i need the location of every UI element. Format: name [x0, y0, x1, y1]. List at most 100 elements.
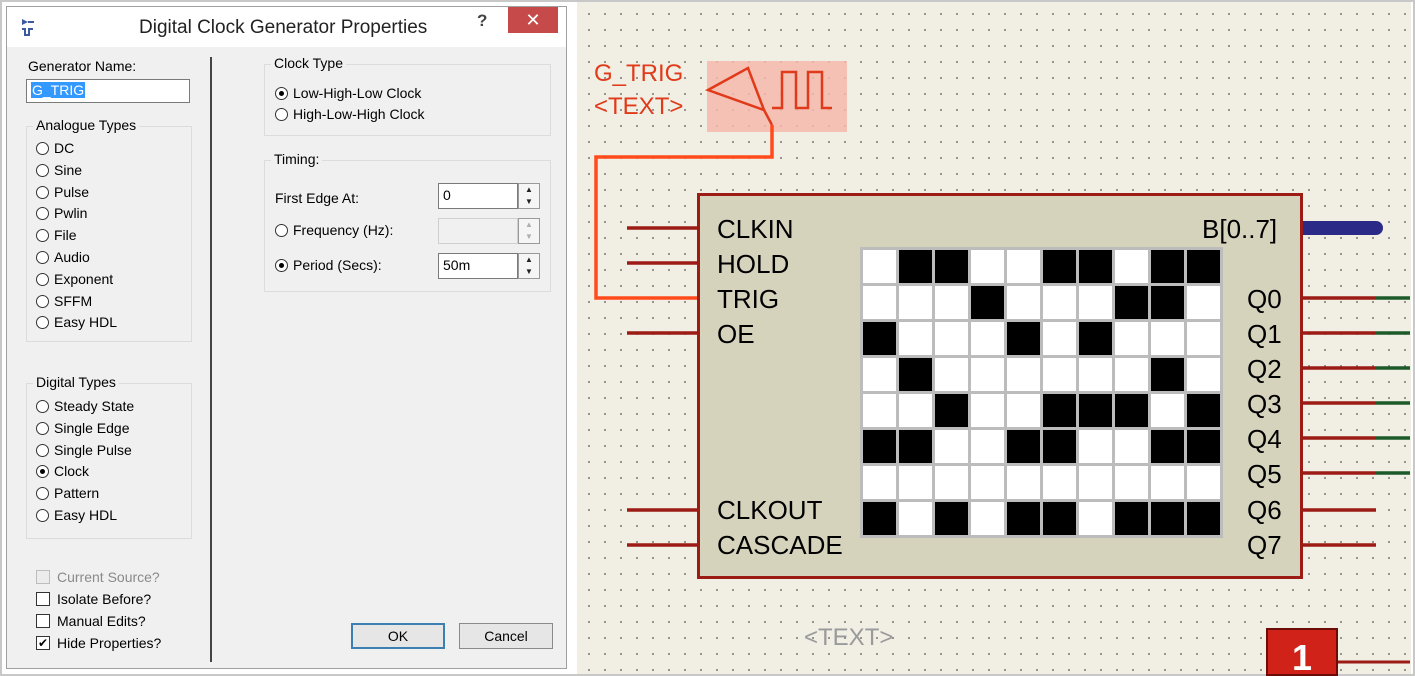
pin-q0: Q0 — [1247, 284, 1282, 314]
matrix-cell — [899, 394, 932, 427]
matrix-cell — [899, 250, 932, 283]
matrix-cell — [1043, 322, 1076, 355]
matrix-cell — [1151, 502, 1184, 535]
matrix-cell — [935, 394, 968, 427]
matrix-cell — [1079, 250, 1112, 283]
matrix-cell — [1187, 358, 1220, 391]
led-matrix — [860, 247, 1223, 538]
matrix-cell — [1151, 286, 1184, 319]
matrix-cell — [899, 286, 932, 319]
matrix-cell — [1151, 394, 1184, 427]
matrix-cell — [1187, 466, 1220, 499]
matrix-cell — [935, 322, 968, 355]
matrix-cell — [1187, 322, 1220, 355]
matrix-cell — [971, 358, 1004, 391]
matrix-cell — [1079, 394, 1112, 427]
matrix-cell — [935, 466, 968, 499]
matrix-cell — [1115, 502, 1148, 535]
matrix-cell — [971, 394, 1004, 427]
matrix-cell — [863, 322, 896, 355]
pin-cascade: CASCADE — [717, 530, 843, 560]
matrix-cell — [971, 466, 1004, 499]
matrix-cell — [1007, 466, 1040, 499]
pin-trig: TRIG — [717, 284, 780, 314]
pin-clkout: CLKOUT — [717, 495, 823, 525]
matrix-cell — [1079, 322, 1112, 355]
matrix-cell — [1007, 394, 1040, 427]
matrix-cell — [1187, 250, 1220, 283]
matrix-cell — [971, 286, 1004, 319]
matrix-cell — [1187, 502, 1220, 535]
pin-hold: HOLD — [717, 249, 790, 279]
matrix-cell — [899, 358, 932, 391]
matrix-cell — [863, 250, 896, 283]
matrix-cell — [1043, 430, 1076, 463]
matrix-cell — [1115, 430, 1148, 463]
pin-q7: Q7 — [1247, 530, 1282, 560]
step-marker-badge: 1 — [1266, 628, 1338, 676]
generator-name-text[interactable]: G_TRIG — [594, 60, 683, 88]
matrix-cell — [899, 322, 932, 355]
matrix-cell — [863, 466, 896, 499]
matrix-cell — [863, 430, 896, 463]
matrix-cell — [1151, 466, 1184, 499]
matrix-cell — [1187, 430, 1220, 463]
pin-clkin: CLKIN — [717, 214, 794, 244]
matrix-cell — [1007, 430, 1040, 463]
left-pin-stubs — [627, 226, 700, 547]
matrix-cell — [935, 250, 968, 283]
matrix-cell — [863, 286, 896, 319]
matrix-cell — [1079, 466, 1112, 499]
matrix-cell — [1115, 250, 1148, 283]
matrix-cell — [1043, 250, 1076, 283]
matrix-cell — [971, 502, 1004, 535]
matrix-cell — [899, 466, 932, 499]
matrix-cell — [1187, 286, 1220, 319]
matrix-cell — [1007, 286, 1040, 319]
matrix-cell — [1151, 322, 1184, 355]
pin-q4: Q4 — [1247, 424, 1282, 454]
component-text-placeholder[interactable]: <TEXT> — [804, 624, 893, 652]
matrix-cell — [1151, 358, 1184, 391]
matrix-cell — [935, 358, 968, 391]
matrix-cell — [1115, 394, 1148, 427]
matrix-cell — [935, 430, 968, 463]
generator-text-placeholder[interactable]: <TEXT> — [594, 93, 683, 121]
matrix-cell — [899, 502, 932, 535]
matrix-cell — [1115, 466, 1148, 499]
pin-q2: Q2 — [1247, 354, 1282, 384]
matrix-cell — [1043, 286, 1076, 319]
matrix-cell — [1115, 358, 1148, 391]
pin-q5: Q5 — [1247, 459, 1282, 489]
pin-q1: Q1 — [1247, 319, 1282, 349]
matrix-cell — [1007, 250, 1040, 283]
right-pin-stubs — [1300, 296, 1376, 547]
pin-oe: OE — [717, 319, 755, 349]
matrix-cell — [1079, 358, 1112, 391]
matrix-cell — [1079, 430, 1112, 463]
matrix-cell — [1079, 286, 1112, 319]
matrix-cell — [1007, 358, 1040, 391]
matrix-cell — [971, 430, 1004, 463]
matrix-cell — [1115, 286, 1148, 319]
matrix-cell — [863, 502, 896, 535]
matrix-cell — [1007, 322, 1040, 355]
matrix-cell — [935, 502, 968, 535]
matrix-cell — [863, 358, 896, 391]
matrix-cell — [1043, 358, 1076, 391]
matrix-cell — [863, 394, 896, 427]
matrix-cell — [1151, 430, 1184, 463]
matrix-cell — [1043, 394, 1076, 427]
matrix-cell — [1187, 394, 1220, 427]
bus-label: B[0..7] — [1202, 214, 1278, 244]
pin-q6: Q6 — [1247, 495, 1282, 525]
matrix-cell — [1079, 502, 1112, 535]
matrix-cell — [1115, 322, 1148, 355]
matrix-cell — [1043, 502, 1076, 535]
pin-q3: Q3 — [1247, 389, 1282, 419]
matrix-cell — [935, 286, 968, 319]
matrix-cell — [971, 322, 1004, 355]
matrix-cell — [1043, 466, 1076, 499]
matrix-cell — [1151, 250, 1184, 283]
output-wire-tails — [1376, 296, 1410, 475]
